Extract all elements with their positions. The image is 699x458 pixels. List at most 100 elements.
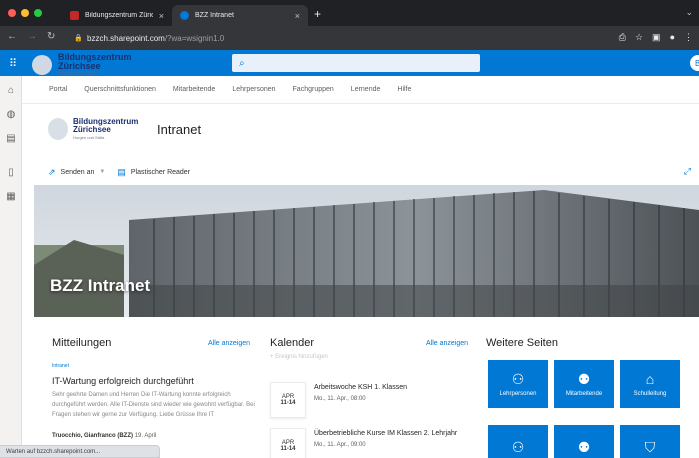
tab-title: BZZ Intranet <box>195 12 234 19</box>
sharepoint-favicon-icon <box>180 11 189 20</box>
quicklink-tile-5[interactable]: ⚉ <box>554 425 614 458</box>
event-days: 11-14 <box>280 400 296 406</box>
site-logo-line2: Zürichsee <box>73 125 111 134</box>
tab-title: Bildungszentrum Zürichsee Bi <box>85 12 153 19</box>
event-days: 11-14 <box>280 446 296 452</box>
site-header: Bildungszentrum Zürichsee Horgen und Stä… <box>22 104 699 156</box>
add-event-button[interactable]: + Ereignis hinzufügen <box>270 354 328 360</box>
search-icon: ⌕ <box>239 57 245 69</box>
news-tag[interactable]: Intranet <box>52 363 69 369</box>
tab-search-icon[interactable]: ⌄ <box>685 7 693 18</box>
news-item-description: Sehr geehrte Damen und Herren Die IT-War… <box>52 392 255 418</box>
quicklink-label: Schulleitung <box>633 391 667 397</box>
sidebar-toggle-icon[interactable]: ▣ <box>652 32 661 43</box>
quicklink-tile-4[interactable]: ⚇ <box>488 425 548 458</box>
lock-icon: 🔒 <box>74 34 83 42</box>
people-group-icon: ⚉ <box>577 371 591 387</box>
news-see-all-link[interactable]: Alle anzeigen <box>208 340 250 347</box>
people-home-icon: ⌂ <box>645 371 655 387</box>
browser-tab-intranet[interactable]: BZZ Intranet × <box>172 5 308 26</box>
hubnav-item-hilfe[interactable]: Hilfe <box>397 86 411 93</box>
quicklink-schulleitung[interactable]: ⌂ Schulleitung <box>620 360 680 408</box>
event-time: Mo., 11. Apr., 08:00 <box>314 396 366 402</box>
bookmark-star-icon[interactable]: ☆ <box>635 32 643 43</box>
suite-logo-line2: Zürichsee <box>58 61 101 71</box>
hero-title: BZZ Intranet <box>50 276 151 295</box>
event-date-badge: APR 11-14 <box>270 428 306 458</box>
window-close-dot[interactable] <box>8 9 16 17</box>
browser-tab-bar: Bildungszentrum Zürichsee Bi × BZZ Intra… <box>0 0 699 26</box>
search-input[interactable]: ⌕ <box>232 54 480 72</box>
favicon-icon <box>70 11 79 20</box>
expand-icon[interactable]: ⤢ <box>684 166 691 177</box>
chevron-down-icon: ▼ <box>99 169 106 175</box>
quicklink-lehrpersonen[interactable]: ⚇ Lehrpersonen <box>488 360 548 408</box>
bzz-emblem-icon <box>48 118 68 140</box>
tab-close-icon[interactable]: × <box>295 11 300 21</box>
hubnav-item-querschnittsfunktionen[interactable]: Querschnittsfunktionen <box>84 86 156 93</box>
people-list-icon: ⚇ <box>511 439 525 455</box>
news-author: Truocchio, Gianfranco (BZZ) <box>52 433 134 439</box>
quicklinks-heading: Weitere Seiten <box>486 337 558 349</box>
hubnav-item-fachgruppen[interactable]: Fachgruppen <box>293 86 334 93</box>
news-item-title[interactable]: IT-Wartung erfolgreich durchgeführt <box>52 376 194 386</box>
back-icon[interactable]: ← <box>7 31 17 42</box>
send-to-label: Senden an <box>60 168 95 176</box>
event-time: Mo., 11. Apr., 09:00 <box>314 442 366 448</box>
extension-icon[interactable]: ⎙ <box>619 32 626 43</box>
hubnav-item-lernende[interactable]: Lernende <box>351 86 381 93</box>
menu-kebab-icon[interactable]: ⋮ <box>684 32 693 43</box>
suite-logo[interactable]: Bildungszentrum Zürichsee Horgen und Stä… <box>32 53 132 77</box>
people-teach-icon: ⚇ <box>511 371 525 387</box>
lists-icon[interactable]: ▦ <box>4 190 18 204</box>
site-logo[interactable]: Bildungszentrum Zürichsee Horgen und Stä… <box>48 118 138 140</box>
site-title[interactable]: Intranet <box>157 122 201 137</box>
calendar-event[interactable]: APR 11-14 Überbetriebliche Kurse IM Klas… <box>270 428 474 458</box>
url-path: /?wa=wsignin1.0 <box>164 33 225 43</box>
hero-building-image <box>34 185 699 317</box>
tab-close-icon[interactable]: × <box>159 11 164 21</box>
reload-icon[interactable]: ↻ <box>47 31 55 42</box>
bzz-emblem-icon <box>32 55 52 75</box>
quicklink-label: Mitarbeitende <box>565 391 603 397</box>
window-minimize-dot[interactable] <box>21 9 29 17</box>
share-icon: ⇗ <box>48 166 56 177</box>
hero-banner[interactable]: BZZ Intranet <box>34 185 699 317</box>
browser-status-bar: Warten auf bzzch.sharepoint.com... <box>0 445 160 458</box>
address-bar[interactable]: 🔒 bzzch.sharepoint.com /?wa=wsignin1.0 <box>74 30 684 46</box>
hubnav-item-portal[interactable]: Portal <box>49 86 67 93</box>
quicklink-tile-6[interactable]: ⛉ <box>620 425 680 458</box>
graduation-icon: ⛉ <box>644 439 656 455</box>
file-icon[interactable]: ▯ <box>4 166 18 180</box>
immersive-reader-button[interactable]: ▤ Plastischer Reader <box>117 167 190 178</box>
event-date-badge: APR 11-14 <box>270 382 306 418</box>
people-settings-icon: ⚉ <box>577 439 591 455</box>
site-logo-sub: Horgen und Stäfa <box>73 135 105 140</box>
news-heading: Mitteilungen <box>52 337 112 349</box>
browser-toolbar: ← → ↻ 🔒 bzzch.sharepoint.com /?wa=wsigni… <box>0 26 699 50</box>
send-to-button[interactable]: ⇗ Senden an ▼ <box>48 167 105 178</box>
news-item-meta: Truocchio, Gianfranco (BZZ) 19. April <box>52 433 156 439</box>
suite-bar: ⠿ Bildungszentrum Zürichsee Horgen und S… <box>0 50 699 77</box>
window-zoom-dot[interactable] <box>34 9 42 17</box>
home-icon[interactable]: ⌂ <box>4 84 18 98</box>
calendar-see-all-link[interactable]: Alle anzeigen <box>426 340 468 347</box>
globe-icon[interactable]: ◍ <box>4 108 18 122</box>
calendar-heading: Kalender <box>270 337 315 349</box>
profile-icon[interactable]: ● <box>670 32 675 43</box>
hub-navigation: Portal Querschnittsfunktionen Mitarbeite… <box>22 76 699 104</box>
immersive-reader-label: Plastischer Reader <box>130 168 191 176</box>
event-title: Arbeitswoche KSH 1. Klassen <box>314 384 407 391</box>
browser-tab-bzz[interactable]: Bildungszentrum Zürichsee Bi × <box>62 5 172 26</box>
calendar-event[interactable]: APR 11-14 Arbeitswoche KSH 1. Klassen Mo… <box>270 382 474 418</box>
user-avatar[interactable]: B <box>688 53 699 73</box>
news-icon[interactable]: ▤ <box>4 132 18 146</box>
app-bar: ⌂ ◍ ▤ ▯ ▦ <box>0 76 22 458</box>
new-tab-button[interactable]: + <box>314 7 321 21</box>
hubnav-item-lehrpersonen[interactable]: Lehrpersonen <box>232 86 275 93</box>
event-title: Überbetriebliche Kurse IM Klassen 2. Leh… <box>314 430 458 437</box>
forward-icon[interactable]: → <box>27 31 37 42</box>
app-launcher-icon[interactable]: ⠿ <box>0 50 26 76</box>
hubnav-item-mitarbeitende[interactable]: Mitarbeitende <box>173 86 215 93</box>
quicklink-mitarbeitende[interactable]: ⚉ Mitarbeitende <box>554 360 614 408</box>
